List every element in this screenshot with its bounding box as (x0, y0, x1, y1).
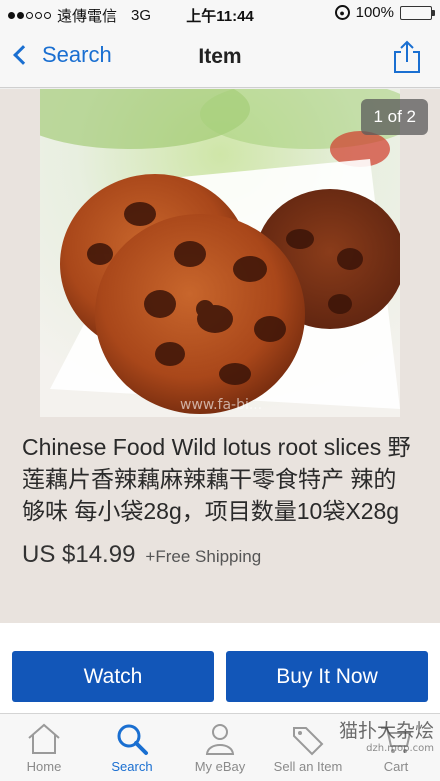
watermark-text: 猫扑大杂烩 (338, 720, 434, 742)
battery-percent: 100% (355, 4, 394, 21)
battery-icon (400, 5, 435, 20)
item-price: US $14.99 (22, 541, 136, 568)
watermark-url: dzh.mop.com (366, 743, 434, 754)
status-bar: 遠傳電信 3G 上午11:44 ● 100% (0, 0, 440, 28)
tab-search[interactable]: Search (88, 714, 176, 781)
action-bar: Watch Buy It Now (0, 623, 440, 713)
tab-label: Sell an Item (273, 759, 343, 774)
status-right: ● 100% (334, 4, 435, 21)
image-counter: 1 of 2 (361, 99, 428, 135)
tag-icon (293, 727, 324, 756)
tab-label: Search (111, 759, 153, 774)
item-title: Chinese Food Wild lotus root slices 野莲藕片… (22, 434, 411, 524)
person-icon (205, 724, 235, 755)
share-icon[interactable] (392, 40, 422, 74)
tab-my-ebay[interactable]: My eBay (176, 714, 264, 781)
watch-button[interactable]: Watch (12, 651, 214, 702)
photo-watermark: www.fa-bi... (180, 397, 262, 413)
rotation-lock-icon: ● (334, 5, 350, 20)
search-icon (117, 724, 148, 755)
tab-home[interactable]: Home (0, 714, 88, 781)
shipping-info: +Free Shipping (145, 547, 262, 566)
price-row: US $14.99 +Free Shipping (22, 541, 418, 569)
tab-label: Cart (383, 759, 409, 774)
overlay-watermark: 猫扑大杂烩 dzh.mop.com (339, 716, 434, 754)
item-details: Chinese Food Wild lotus root slices 野莲藕片… (0, 417, 440, 623)
tab-label: Home (26, 759, 62, 774)
tab-label: My eBay (194, 759, 246, 774)
image-gallery[interactable]: www.fa-bi... 1 of 2 (0, 89, 440, 417)
home-icon (28, 723, 60, 754)
page-title: Item (198, 45, 242, 68)
navigation-bar: Search Item (0, 28, 440, 88)
item-photo[interactable]: www.fa-bi... (40, 89, 400, 417)
buy-it-now-button[interactable]: Buy It Now (226, 651, 428, 702)
